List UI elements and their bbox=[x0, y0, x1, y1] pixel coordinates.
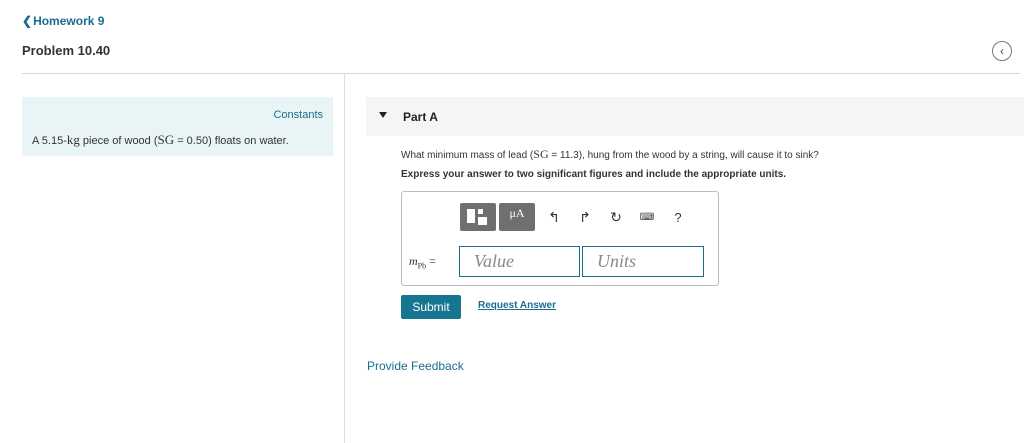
back-link-label: Homework 9 bbox=[33, 14, 105, 28]
request-answer-link[interactable]: Request Answer bbox=[478, 300, 556, 311]
math-toolbar: μA ↰ ↱ ↻ ⌨ ? bbox=[460, 203, 693, 231]
help-icon[interactable]: ? bbox=[663, 210, 693, 225]
equals-sign: = bbox=[429, 254, 436, 268]
constants-text-sg: SG bbox=[157, 132, 175, 147]
redo-icon[interactable]: ↱ bbox=[570, 209, 600, 226]
problem-title: Problem 10.40 bbox=[22, 43, 111, 58]
constants-text-unit: kg bbox=[66, 132, 80, 147]
units-input[interactable] bbox=[582, 246, 704, 277]
chevron-left-icon: ❮ bbox=[22, 14, 33, 28]
constants-text: A 5.15-kg piece of wood (SG = 0.50) floa… bbox=[32, 132, 289, 148]
provide-feedback-link[interactable]: Provide Feedback bbox=[367, 359, 464, 373]
part-a-header[interactable]: Part A bbox=[366, 97, 1024, 136]
units-button[interactable]: μA bbox=[499, 203, 535, 231]
reset-icon[interactable]: ↻ bbox=[601, 209, 631, 226]
constants-link[interactable]: Constants bbox=[273, 109, 323, 121]
undo-icon[interactable]: ↰ bbox=[539, 209, 569, 226]
template-superscript-icon bbox=[478, 209, 483, 214]
header-divider bbox=[22, 73, 1020, 74]
constants-panel: Constants A 5.15-kg piece of wood (SG = … bbox=[22, 97, 333, 156]
template-block-icon bbox=[467, 209, 475, 223]
value-input[interactable] bbox=[459, 246, 580, 277]
collapse-panel-button[interactable]: ‹ bbox=[992, 41, 1012, 61]
mass-symbol: m bbox=[409, 254, 418, 268]
question-sg: SG bbox=[533, 147, 549, 161]
caret-down-icon bbox=[379, 112, 387, 118]
question-prefix: What minimum mass of lead ( bbox=[401, 150, 534, 161]
constants-text-prefix: A 5.15- bbox=[32, 135, 67, 147]
chevron-left-circle-icon: ‹ bbox=[1000, 44, 1004, 58]
constants-text-mid: piece of wood ( bbox=[79, 135, 158, 147]
submit-button[interactable]: Submit bbox=[401, 295, 461, 319]
question-text: What minimum mass of lead (SG = 11.3), h… bbox=[401, 147, 819, 162]
question-suffix: = 11.3), hung from the wood by a string,… bbox=[548, 150, 819, 161]
templates-button[interactable] bbox=[460, 203, 496, 231]
back-to-homework-link[interactable]: ❮ Homework 9 bbox=[22, 14, 104, 28]
template-base-icon bbox=[478, 217, 487, 225]
mass-lead-label: mPb = bbox=[409, 254, 436, 270]
mass-subscript: Pb bbox=[417, 261, 427, 271]
column-divider bbox=[344, 74, 345, 443]
constants-text-suffix: = 0.50) floats on water. bbox=[174, 135, 289, 147]
keyboard-icon[interactable]: ⌨ bbox=[632, 212, 662, 223]
part-title: Part A bbox=[403, 110, 438, 124]
units-button-label: μA bbox=[509, 205, 525, 220]
answer-instruction: Express your answer to two significant f… bbox=[401, 169, 787, 180]
